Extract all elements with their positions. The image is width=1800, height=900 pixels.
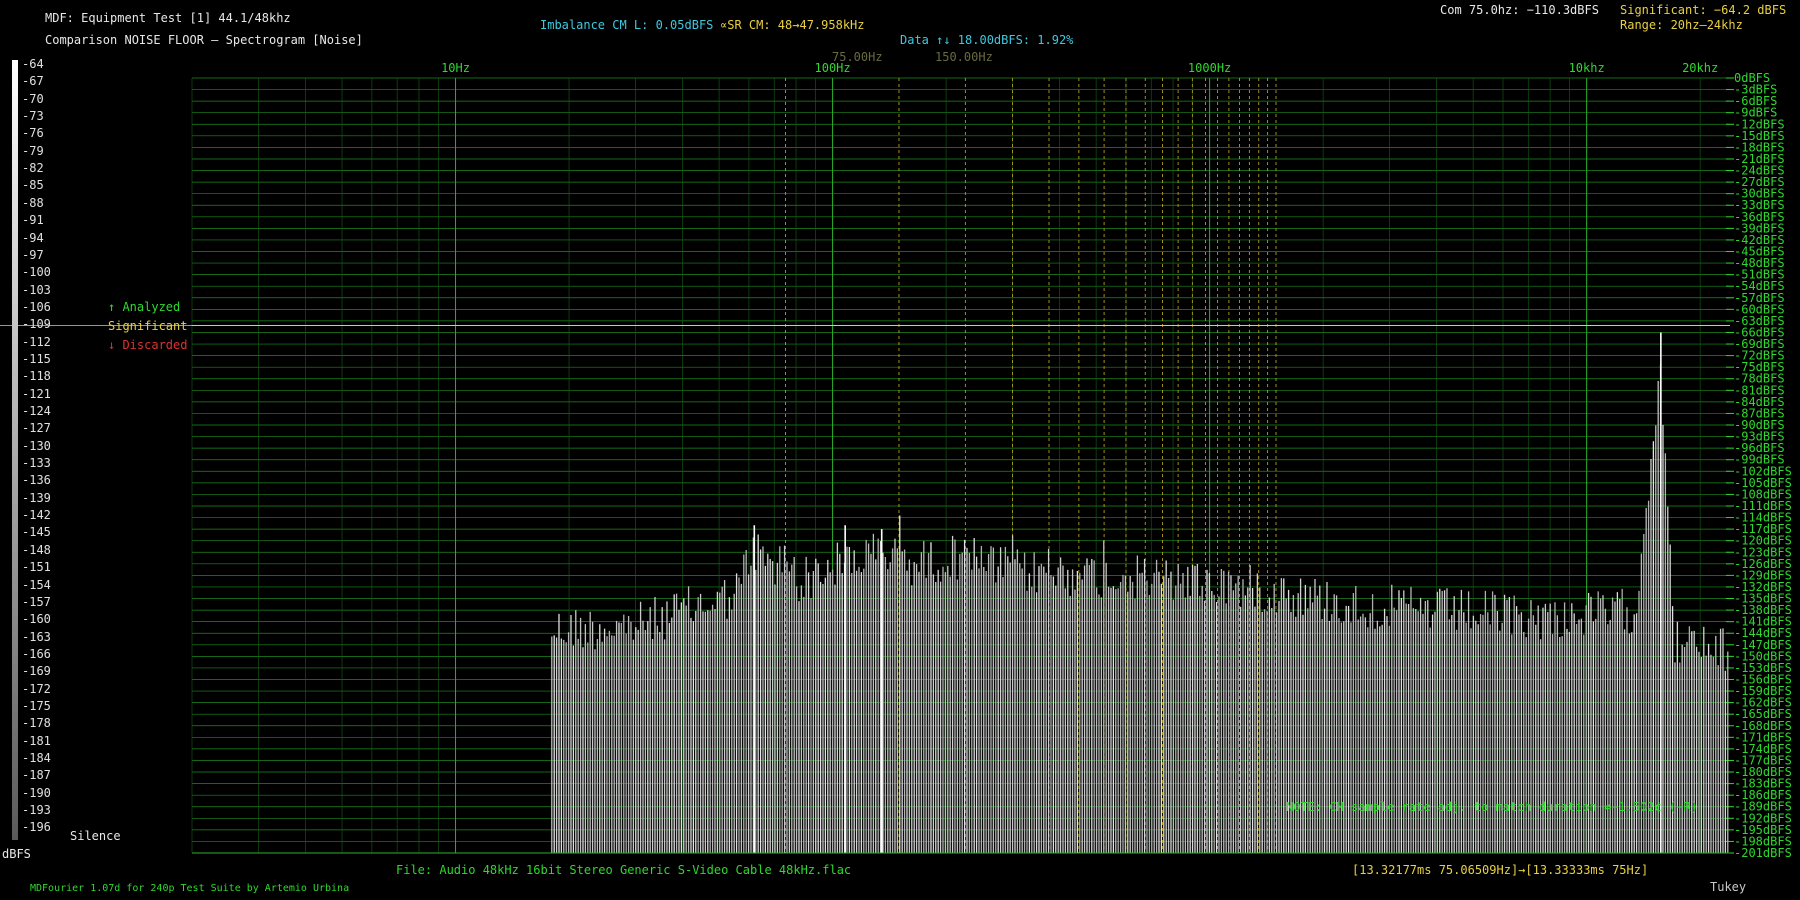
x-tick-label: 20khz [1682,61,1718,75]
scale-label: -145 [22,525,51,540]
significant-readout: Significant: −64.2 dBFS [1620,3,1787,17]
scale-label: -196 [22,820,51,835]
y-tick-label: -201dBFS [1734,846,1792,860]
range-readout: Range: 20hz–24khz [1620,18,1743,32]
scale-label: -70 [22,91,44,106]
data-readout: Data ↑↓ 18.00dBFS: 1.92% [900,33,1074,47]
legend-analyzed: ↑ Analyzed [108,300,181,314]
scale-label: -106 [22,299,51,314]
scale-label: -97 [22,247,44,262]
spectrogram-plot: 0dBFS-3dBFS-6dBFS-9dBFS-12dBFS-15dBFS-18… [0,61,1792,860]
scale-label: -154 [22,577,51,592]
scale-label: -160 [22,612,51,627]
scale-label: -133 [22,456,51,471]
scale-label: -115 [22,351,51,366]
x-tick-label: 10khz [1569,61,1605,75]
sample-rate-readout: ∝SR CM: 48→47.958kHz [720,18,865,32]
scale-label: -157 [22,594,51,609]
report-subtitle: Comparison NOISE FLOOR – Spectrogram [No… [45,33,363,47]
scale-label: -148 [22,542,51,557]
scale-label: -73 [22,109,44,124]
scale-label: -103 [22,282,51,297]
scale-label: -187 [22,768,51,783]
scale-label: -67 [22,74,44,89]
scale-label: -151 [22,560,51,575]
scale-label: -193 [22,803,51,818]
file-info: File: Audio 48kHz 16bit Stereo Generic S… [396,863,852,877]
report-title: MDF: Equipment Test [1] 44.1/48khz [45,11,291,25]
scale-label: -88 [22,195,44,210]
window-function-label: Tukey [1710,880,1747,894]
scale-label: -91 [22,213,44,228]
scale-label: -64 [22,57,44,71]
scale-label: -178 [22,716,51,731]
scale-label: -172 [22,681,51,696]
scale-label: -130 [22,438,51,453]
scale-label: -82 [22,161,44,176]
legend-discarded: ↓ Discarded [108,338,188,352]
scale-label: -94 [22,230,44,245]
legend-significant: Significant [108,319,188,333]
note-text: NOTE: CM sample rate adj. to match durat… [1286,800,1698,814]
scale-label: -124 [22,404,51,418]
com-readout: Com 75.0hz: −110.3dBFS [1440,3,1599,17]
scale-label: -184 [22,751,51,765]
scale-label: -85 [22,178,44,193]
marker-150hz-label: 150.00Hz [935,50,993,64]
scale-label: -79 [22,143,44,158]
scale-label: -181 [22,733,51,748]
scale-label: -76 [22,126,44,141]
window-range-readout: [13.32177ms 75.06509Hz]→[13.33333ms 75Hz… [1352,863,1649,877]
scale-label: -109 [22,317,51,332]
scale-unit-label: dBFS [2,847,31,861]
marker-75hz-label: 75.00Hz [832,50,883,64]
scale-label: -127 [22,421,51,436]
scale-label: -121 [22,386,51,401]
imbalance-readout: Imbalance CM L: 0.05dBFS [540,18,714,32]
scale-label: -163 [22,629,51,644]
scale-label: -139 [22,490,51,505]
x-tick-label: 10Hz [441,61,470,75]
scale-label: -142 [22,508,51,523]
credit-text: MDFourier 1.07d for 240p Test Suite by A… [30,883,350,894]
scale-label: -175 [22,698,51,713]
x-tick-label: 1000Hz [1188,61,1231,75]
scale-label: -136 [22,473,51,488]
scale-label: -112 [22,334,51,349]
scale-label: -190 [22,785,51,800]
amplitude-color-scale [12,60,18,840]
scale-label: -100 [22,265,51,280]
scale-label: -166 [22,646,51,661]
scale-label: -118 [22,369,51,384]
silence-label: Silence [70,829,121,843]
scale-label: -169 [22,664,51,679]
